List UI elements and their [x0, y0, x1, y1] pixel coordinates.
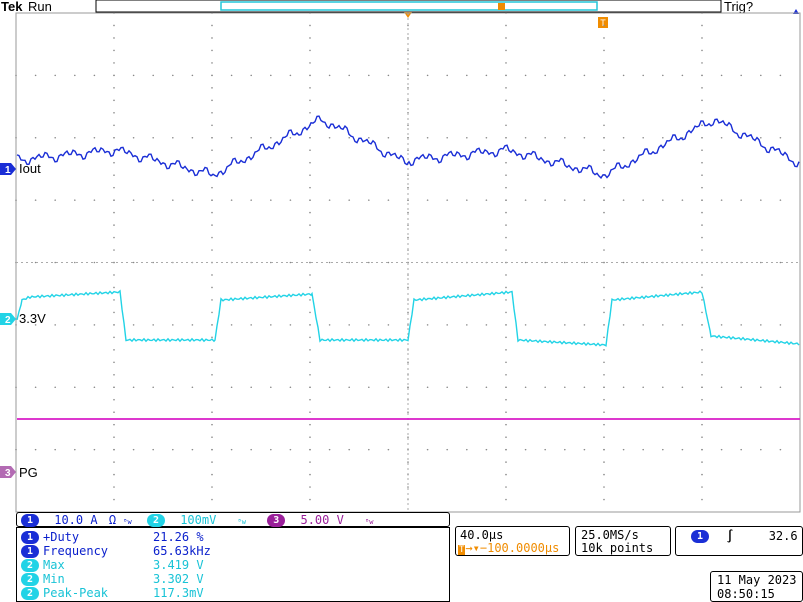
bandwidth-icon: ᴮw: [123, 518, 132, 526]
measurement-name: +Duty: [43, 530, 80, 544]
measurement-name: Frequency: [43, 544, 109, 558]
record-view-window: [220, 1, 598, 11]
graticule-grid: [15, 12, 800, 512]
measurement-value: 117.3mV: [153, 586, 204, 600]
measurement-channel-badge: 2: [21, 559, 39, 572]
ch2-scale: 100mV: [180, 513, 217, 527]
datetime-readout: 11 May 2023 08:50:15: [710, 571, 803, 602]
measurement-name: Peak-Peak: [43, 586, 109, 600]
trigger-readout: 1 ∫ 32.6 A: [675, 526, 803, 556]
measurement-name: Max: [43, 558, 65, 572]
ch2-label: 3.3V: [19, 311, 46, 326]
ch2-badge: 2: [146, 514, 165, 527]
trigger-t-icon: T: [458, 545, 466, 555]
measurement-channel-badge: 1: [21, 545, 39, 558]
svg-text:3: 3: [5, 468, 11, 479]
time-per-div: 40.0µs: [460, 528, 504, 542]
ch1-label: Iout: [19, 161, 41, 176]
ch3-badge: 3: [267, 514, 286, 527]
date: 11 May 2023: [717, 573, 797, 587]
ch1-badge: 1: [21, 514, 39, 527]
trigger-position-readout: T→▾−100.0000µs: [458, 541, 560, 555]
ch1-scale: 10.0 A: [54, 513, 98, 527]
sample-rate-readout: 25.0MS/s 10k points: [575, 526, 671, 556]
trigger-level: 32.6 A: [768, 529, 803, 543]
measurement-channel-badge: 1: [21, 531, 39, 544]
measurement-channel-badge: 2: [21, 573, 39, 586]
vertical-scale-readout: 1 10.0 A Ω ᴮw 2 100mV ᴮw 3 5.00 V ᴮw: [16, 512, 450, 527]
measurements-panel: 1 +Duty 21.26 % 1 Frequency 65.63kHz 2 Max 3.419…: [16, 527, 450, 602]
measurement-row: 2 Min 3.302 V: [21, 572, 204, 586]
measurement-name: Min: [43, 572, 65, 586]
record-length: 10k points: [581, 541, 654, 555]
time: 08:50:15: [717, 587, 775, 601]
measurement-value: 3.302 V: [153, 572, 204, 586]
measurement-row: 2 Max 3.419 V: [21, 558, 204, 572]
oscilloscope-display: Tek Run Trig? T 1 2 3 Iout 3.3V PG 1 10.…: [0, 0, 803, 602]
timebase-readout: 40.0µs T→▾−100.0000µs: [455, 526, 570, 556]
trigger-source-badge: 1: [691, 530, 709, 543]
measurement-value: 65.63kHz: [153, 544, 211, 558]
measurement-value: 21.26 %: [153, 530, 204, 544]
svg-text:1: 1: [5, 165, 11, 176]
ch3-label: PG: [19, 465, 38, 480]
measurement-row: 1 Frequency 65.63kHz: [21, 544, 211, 558]
ch3-bandwidth-icon: ᴮw: [365, 518, 374, 526]
svg-text:2: 2: [5, 315, 11, 326]
measurement-value: 3.419 V: [153, 558, 204, 572]
measurement-row: 2 Peak-Peak 117.3mV: [21, 586, 204, 600]
rising-edge-icon: ∫: [726, 529, 734, 543]
ch3-scale: 5.00 V: [300, 513, 344, 527]
measurement-row: 1 +Duty 21.26 %: [21, 530, 204, 544]
svg-text:T: T: [600, 18, 606, 28]
record-trigger-marker: [498, 3, 505, 10]
ch1-ohm-icon: Ω: [108, 513, 117, 527]
sample-rate: 25.0MS/s: [581, 528, 639, 542]
measurement-channel-badge: 2: [21, 587, 39, 600]
ch2-bandwidth-icon: ᴮw: [237, 518, 246, 526]
